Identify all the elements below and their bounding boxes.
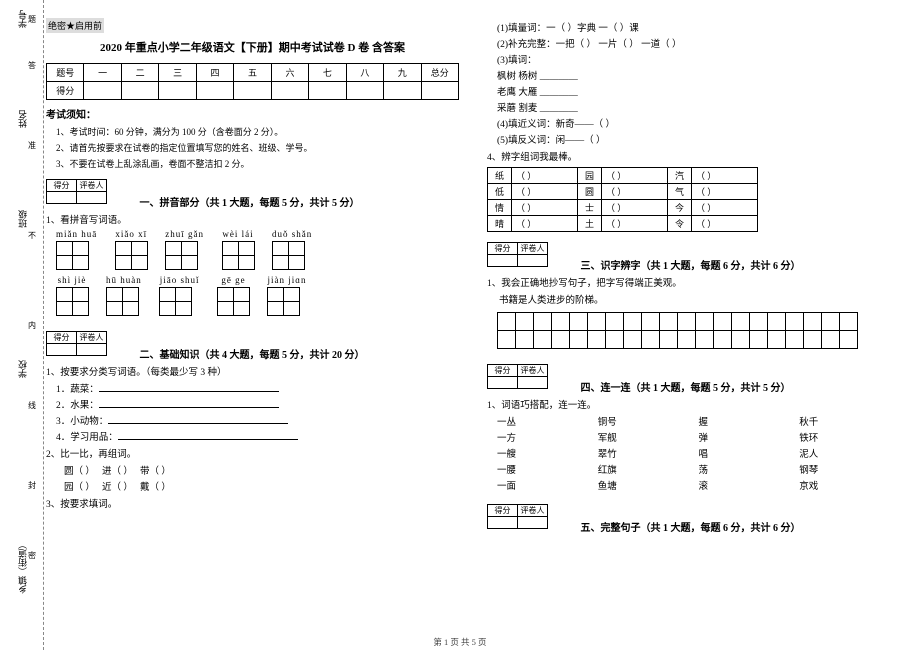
write-box[interactable]: [56, 241, 97, 269]
rule-2: 2、请首先按要求在试卷的指定位置填写您的姓名、班级、学号。: [56, 141, 459, 154]
binding-side-5: 线: [28, 400, 36, 411]
score-table: 题号 一 二 三 四 五 六 七 八 九 总分 得分: [46, 63, 459, 100]
section-1-title: 一、拼音部分（共 1 大题，每题 5 分，共计 5 分）: [140, 194, 360, 209]
rules-list: 1、考试时间：60 分钟，满分为 100 分（含卷面分 2 分）。 2、请首先按…: [46, 125, 459, 170]
score-h3: 三: [159, 64, 196, 82]
q3-3a: 枫树 杨树 ________: [497, 68, 900, 82]
rule-3: 3、不要在试卷上乱涂乱画，卷面不整洁扣 2 分。: [56, 157, 459, 170]
section-4-title: 四、连一连（共 1 大题，每题 5 分，共计 5 分）: [581, 379, 791, 394]
sentence-write-grid[interactable]: [497, 312, 900, 348]
scorebox-4: 得分评卷人: [487, 364, 548, 389]
q2-1: 1、按要求分类写词语。（每类最少写 3 种）: [46, 364, 459, 378]
score-h2: 二: [121, 64, 158, 82]
score-h10: 总分: [421, 64, 458, 82]
score-h6: 六: [271, 64, 308, 82]
binding-label-name: 姓名: [16, 110, 29, 128]
binding-tick: 题: [28, 14, 36, 25]
section-2-title: 二、基础知识（共 4 大题，每题 5 分，共计 20 分）: [140, 346, 365, 361]
rule-1: 1、考试时间：60 分钟，满分为 100 分（含卷面分 2 分）。: [56, 125, 459, 138]
q3-3b: 老鹰 大雁 ________: [497, 84, 900, 98]
score-h4: 四: [196, 64, 233, 82]
pinyin-row-1: miǎn huā xiǎo xī zhuī gǎn wèi lái duǒ sh…: [56, 229, 459, 269]
scorebox-2: 得分评卷人: [46, 331, 107, 356]
score-h9: 九: [384, 64, 421, 82]
binding-side-2: 准: [28, 140, 36, 151]
left-column: 绝密★启用前 2020 年重点小学二年级语文【下册】期中考试试卷 D 卷 含答案…: [46, 18, 459, 534]
q3-4: (4)填近义词：新奇——（ ）: [497, 116, 900, 130]
score-h1: 一: [84, 64, 121, 82]
q3-1: (1)填量词：一（ ）字典 一（ ）课: [497, 20, 900, 34]
page-footer: 第 1 页 共 5 页: [0, 636, 920, 648]
binding-label-town: 乡镇（街道）: [16, 540, 29, 594]
score-h7: 七: [309, 64, 346, 82]
blank-fruit[interactable]: [99, 398, 279, 408]
blank-veg[interactable]: [99, 382, 279, 392]
score-h8: 八: [346, 64, 383, 82]
scorebox-1: 得分评卷人: [46, 179, 107, 204]
score-got: 得分: [47, 82, 84, 100]
score-h5: 五: [234, 64, 271, 82]
q2-4: 4、辨字组词我最棒。: [487, 149, 900, 163]
scorebox-3: 得分评卷人: [487, 242, 548, 267]
q3-copy: 1、我会正确地抄写句子，把字写得端正美观。: [487, 275, 900, 289]
section-3-title: 三、识字辨字（共 1 大题，每题 6 分，共计 6 分）: [581, 257, 801, 272]
pinyin-row-2: shì jiè hū huàn jiāo shuǐ gē ge jiàn jiɑ…: [56, 275, 459, 315]
q3-copy-text: 书籍是人类进步的阶梯。: [499, 292, 900, 306]
q2-3: 3、按要求填词。: [46, 496, 459, 510]
scorebox-5: 得分评卷人: [487, 504, 548, 529]
rules-heading: 考试须知：: [46, 106, 459, 121]
binding-side-3: 不: [28, 230, 36, 241]
q3-3: (3)填词：: [497, 52, 900, 66]
q2-2: 2、比一比，再组词。: [46, 446, 459, 460]
secret-label: 绝密★启用前: [46, 18, 104, 33]
paper-title: 2020 年重点小学二年级语文【下册】期中考试试卷 D 卷 含答案: [46, 39, 459, 55]
section-5-title: 五、完整句子（共 1 大题，每题 6 分，共计 6 分）: [581, 519, 801, 534]
q3-5: (5)填反义词：闲——（ ）: [497, 132, 900, 146]
binding-side-7: 密: [28, 550, 36, 561]
binding-side-1: 答: [28, 60, 36, 71]
blank-stationery[interactable]: [118, 430, 298, 440]
binding-label-school: 学校: [16, 360, 29, 378]
binding-side-4: 内: [28, 320, 36, 331]
score-h0: 题号: [47, 64, 84, 82]
q3-2: (2)补充完整：一把（ ） 一片（ ） 一道（ ）: [497, 36, 900, 50]
q3-3c: 采蘑 割麦 ________: [497, 100, 900, 114]
binding-label-class: 班级: [16, 210, 29, 228]
binding-side-6: 封: [28, 480, 36, 491]
binding-strip: 学号 姓名 班级 学校 乡镇（街道） 题 答 准 不 内 线 封 密: [0, 0, 44, 650]
q1-1: 1、看拼音写词语。: [46, 212, 459, 226]
q4-1: 1、词语巧搭配，连一连。: [487, 397, 900, 411]
right-column: (1)填量词：一（ ）字典 一（ ）课 (2)补充完整：一把（ ） 一片（ ） …: [487, 18, 900, 534]
blank-animal[interactable]: [108, 414, 288, 424]
char-pair-table: 纸（ ） 园（ ） 汽（ ） 低（ ） 圆（ ） 气（ ） 情（ ） 士（ ） …: [487, 167, 758, 232]
